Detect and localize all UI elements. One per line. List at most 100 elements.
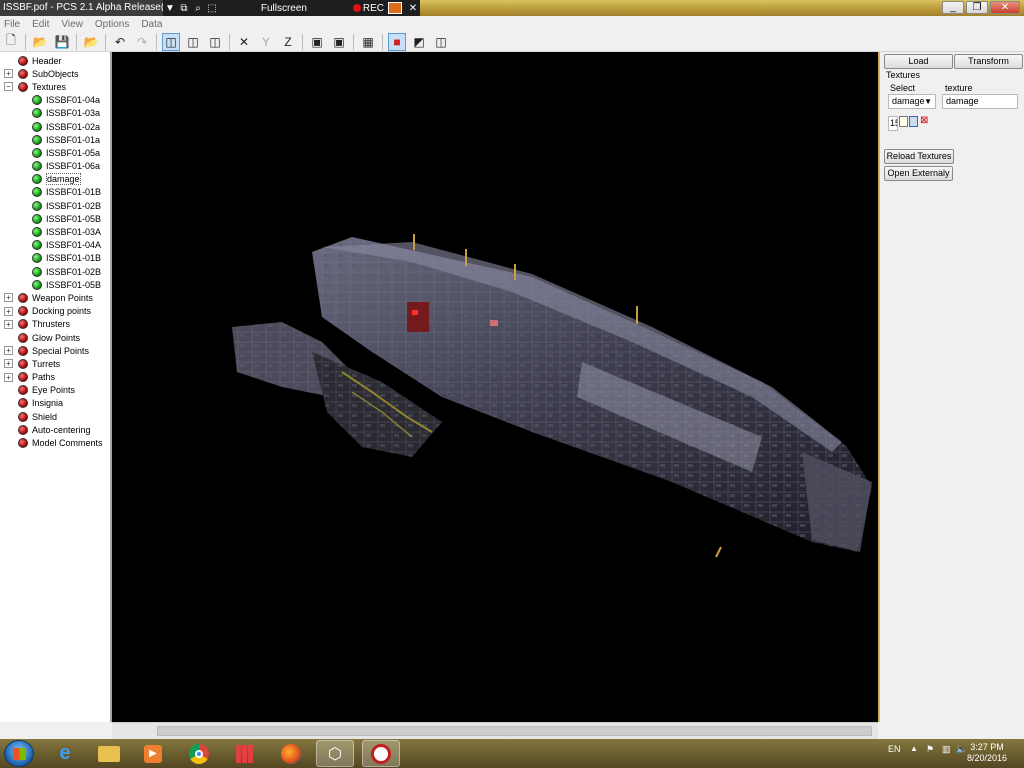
- tree-texture-item[interactable]: ISSBF01-02B: [0, 265, 110, 278]
- tree-node[interactable]: − Textures: [0, 80, 110, 93]
- expand-icon[interactable]: +: [4, 372, 13, 382]
- menu-options[interactable]: Options: [95, 19, 129, 30]
- tree-node[interactable]: Eye Points: [0, 384, 110, 397]
- restore-small-icon[interactable]: ⧉: [177, 3, 191, 14]
- capture-region-icon[interactable]: ⬚: [205, 3, 219, 14]
- view-solid-icon[interactable]: ◫: [162, 32, 180, 51]
- paste-icon[interactable]: [909, 116, 918, 127]
- tree-node[interactable]: + Paths: [0, 371, 110, 384]
- tree-texture-item[interactable]: ISSBF01-03a: [0, 107, 110, 120]
- tree-node[interactable]: Auto-centering: [0, 423, 110, 436]
- tree-node[interactable]: Insignia: [0, 397, 110, 410]
- tree-node[interactable]: Header: [0, 54, 110, 67]
- redo-icon[interactable]: ↷: [133, 33, 151, 51]
- shaded-cube-icon[interactable]: ◩: [410, 33, 428, 51]
- expand-icon[interactable]: +: [4, 319, 13, 329]
- scrollbar-thumb[interactable]: [157, 726, 872, 736]
- start-button[interactable]: [4, 740, 34, 767]
- dropdown-icon[interactable]: ▼: [163, 3, 177, 14]
- axis-z-icon[interactable]: Z: [279, 33, 297, 51]
- tree-node[interactable]: Glow Points: [0, 331, 110, 344]
- new-file-icon[interactable]: 🗋: [2, 33, 20, 51]
- bounding-box-icon[interactable]: ▣: [308, 33, 326, 51]
- axis-x-icon[interactable]: ✕: [235, 33, 253, 51]
- chrome-icon[interactable]: [180, 740, 218, 767]
- tree-node[interactable]: + Docking points: [0, 305, 110, 318]
- expand-icon[interactable]: +: [4, 346, 13, 356]
- tree-texture-item[interactable]: damage: [0, 173, 110, 186]
- media-player-icon[interactable]: ▶: [134, 740, 172, 767]
- menu-edit[interactable]: Edit: [32, 19, 49, 30]
- maximize-button[interactable]: ❐: [966, 1, 988, 14]
- texture-index-input[interactable]: 15: [888, 116, 898, 131]
- tree-texture-item[interactable]: ISSBF01-01B: [0, 186, 110, 199]
- minimize-button[interactable]: _: [942, 1, 964, 14]
- fullscreen-label[interactable]: Fullscreen: [219, 3, 349, 14]
- delete-icon[interactable]: ⊠: [920, 116, 930, 127]
- color-cube-icon[interactable]: ■: [388, 32, 406, 51]
- reload-textures-button[interactable]: Reload Textures: [884, 149, 954, 164]
- menu-view[interactable]: View: [61, 19, 83, 30]
- tree-node[interactable]: + Turrets: [0, 357, 110, 370]
- camera-icon[interactable]: [388, 2, 402, 14]
- tray-expand-icon[interactable]: ▲: [910, 744, 918, 753]
- unity-icon[interactable]: ⬡: [316, 740, 354, 767]
- tree-texture-item[interactable]: ISSBF01-05B: [0, 212, 110, 225]
- tree-texture-item[interactable]: ISSBF01-05B: [0, 278, 110, 291]
- undo-icon[interactable]: ↶: [111, 33, 129, 51]
- 3d-viewport[interactable]: [112, 52, 878, 722]
- close-recorder-icon[interactable]: ✕: [406, 3, 420, 14]
- load-button[interactable]: Load: [884, 54, 953, 69]
- internet-explorer-icon[interactable]: e: [46, 740, 84, 767]
- app-grid-icon[interactable]: [226, 740, 264, 767]
- expand-icon[interactable]: +: [4, 306, 13, 316]
- tree-node[interactable]: + Special Points: [0, 344, 110, 357]
- texture-select[interactable]: damage ▼: [888, 94, 936, 109]
- open-externally-button[interactable]: Open Externaly: [884, 166, 953, 181]
- tree-texture-item[interactable]: ISSBF01-05a: [0, 146, 110, 159]
- tree-node[interactable]: Model Comments: [0, 436, 110, 449]
- tree-node[interactable]: + Thrusters: [0, 318, 110, 331]
- expand-icon[interactable]: +: [4, 69, 13, 79]
- view-wire-icon[interactable]: ◫: [206, 33, 224, 51]
- copy-icon[interactable]: [899, 116, 908, 127]
- file-explorer-icon[interactable]: [90, 740, 128, 767]
- tree-texture-item[interactable]: ISSBF01-03A: [0, 225, 110, 238]
- expand-icon[interactable]: +: [4, 359, 13, 369]
- menu-file[interactable]: File: [4, 19, 20, 30]
- network-icon[interactable]: ▥: [942, 744, 951, 755]
- expand-icon[interactable]: +: [4, 293, 13, 303]
- transform-button[interactable]: Transform: [954, 54, 1023, 69]
- tree-texture-item[interactable]: ISSBF01-01a: [0, 133, 110, 146]
- menu-data[interactable]: Data: [141, 19, 162, 30]
- firefox-icon[interactable]: [272, 740, 310, 767]
- tree-node[interactable]: Shield: [0, 410, 110, 423]
- open-folder-icon[interactable]: 📂: [31, 33, 49, 51]
- close-button[interactable]: ✕: [990, 1, 1020, 14]
- save-icon[interactable]: 💾: [53, 33, 71, 51]
- action-center-icon[interactable]: ⚑: [926, 744, 934, 755]
- tree-node[interactable]: + SubObjects: [0, 67, 110, 80]
- tree-texture-item[interactable]: ISSBF01-01B: [0, 252, 110, 265]
- rec-button[interactable]: REC: [349, 3, 388, 14]
- transform-box-icon[interactable]: ▣: [330, 33, 348, 51]
- magnifier-icon[interactable]: ⌕: [191, 3, 205, 14]
- tree-node[interactable]: + Weapon Points: [0, 291, 110, 304]
- system-clock[interactable]: 3:27 PM 8/20/2016: [962, 742, 1012, 764]
- view-textured-icon[interactable]: ◫: [184, 33, 202, 51]
- axis-y-icon[interactable]: Y: [257, 33, 275, 51]
- language-indicator[interactable]: EN: [888, 744, 901, 754]
- open-folder-alt-icon[interactable]: 📂: [82, 33, 100, 51]
- tree-texture-item[interactable]: ISSBF01-02a: [0, 120, 110, 133]
- pcs-app-icon[interactable]: [362, 740, 400, 767]
- grid-icon[interactable]: ▦: [359, 33, 377, 51]
- model-tree[interactable]: Header + SubObjects − Textures ISSBF01-04a ISS…: [0, 52, 111, 722]
- tree-texture-item[interactable]: ISSBF01-06a: [0, 160, 110, 173]
- collapse-icon[interactable]: −: [4, 82, 13, 92]
- horizontal-scrollbar[interactable]: [112, 722, 878, 739]
- texture-name-input[interactable]: damage: [942, 94, 1018, 109]
- tree-texture-item[interactable]: ISSBF01-02B: [0, 199, 110, 212]
- wire-cube-icon[interactable]: ◫: [432, 33, 450, 51]
- tree-texture-item[interactable]: ISSBF01-04A: [0, 239, 110, 252]
- tree-texture-item[interactable]: ISSBF01-04a: [0, 94, 110, 107]
